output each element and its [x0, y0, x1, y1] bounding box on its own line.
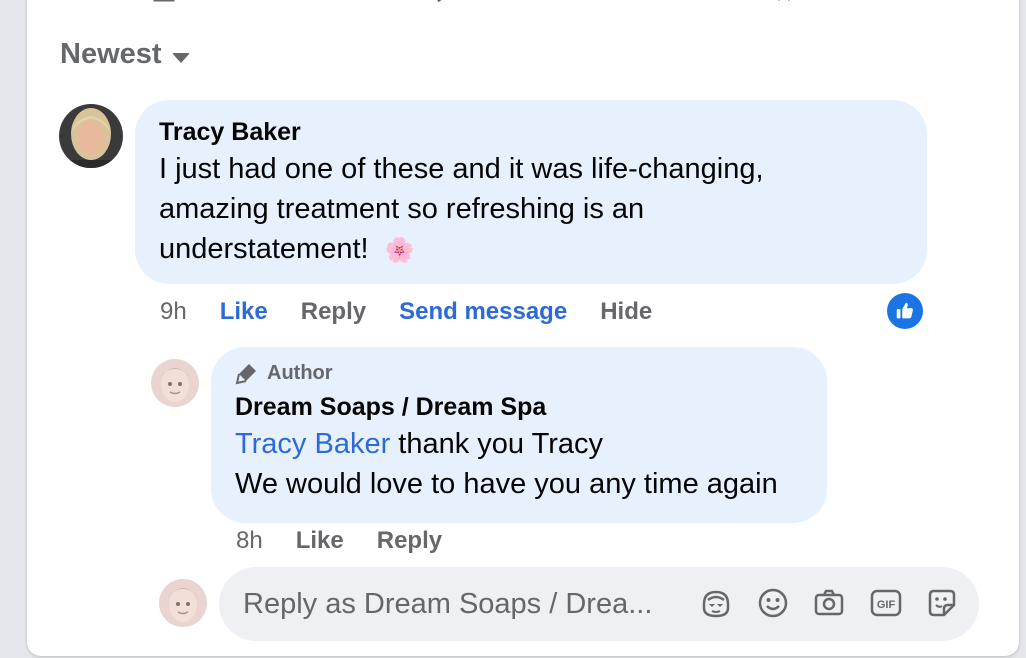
mention-link[interactable]: Tracy Baker [235, 428, 390, 460]
like-button[interactable]: Like [220, 298, 268, 326]
avatar[interactable] [59, 104, 123, 168]
avatar[interactable] [159, 579, 207, 627]
share-icon[interactable] [772, 0, 806, 14]
reply-text: thank you Tracy [390, 428, 604, 460]
reply-bubble: Author Dream Soaps / Dream Spa Tracy Bak… [211, 347, 827, 523]
send-message-button[interactable]: Send message [399, 298, 567, 326]
camera-icon[interactable] [812, 586, 846, 620]
comment-author[interactable]: Tracy Baker [159, 118, 764, 147]
reply-input[interactable] [243, 587, 673, 621]
reply-button[interactable]: Reply [377, 527, 442, 555]
comment-bubble: Tracy Baker I just had one of these and … [135, 100, 927, 284]
author-badge: Author [267, 361, 333, 384]
comment-text-line: I just had one of these and it was life-… [159, 153, 764, 185]
comment-text-line: amazing treatment so refreshing is an [159, 193, 645, 225]
cherry-blossom-emoji: 🌸 [384, 237, 415, 264]
reply-author[interactable]: Dream Soaps / Dream Spa [235, 393, 778, 422]
send-icon[interactable] [435, 0, 459, 14]
sticker-icon[interactable] [925, 586, 959, 620]
reply-text: We would love to have you any time again [235, 468, 778, 500]
sort-dropdown[interactable]: Newest [60, 38, 190, 71]
comments-panel: Newest Tracy Baker I just had one of the… [27, 0, 1019, 656]
avatar[interactable] [151, 359, 199, 407]
reply-time[interactable]: 8h [236, 527, 263, 555]
hide-button[interactable]: Hide [600, 298, 652, 326]
comment-text-line: understatement! [159, 233, 369, 265]
thumbs-up-icon[interactable] [887, 293, 923, 329]
caret-down-icon [171, 52, 190, 63]
sort-label: Newest [60, 38, 162, 70]
svg-text:GIF: GIF [877, 599, 896, 611]
microphone-icon [235, 364, 256, 385]
comment-icon[interactable] [151, 0, 185, 14]
emoji-icon[interactable] [756, 586, 790, 620]
like-button[interactable]: Like [296, 527, 344, 555]
reply-button[interactable]: Reply [301, 298, 366, 326]
gif-icon[interactable]: GIF [869, 586, 903, 620]
reply-composer: GIF [219, 567, 979, 641]
comment-time[interactable]: 9h [160, 298, 187, 326]
avatar-sticker-icon[interactable] [699, 586, 733, 620]
